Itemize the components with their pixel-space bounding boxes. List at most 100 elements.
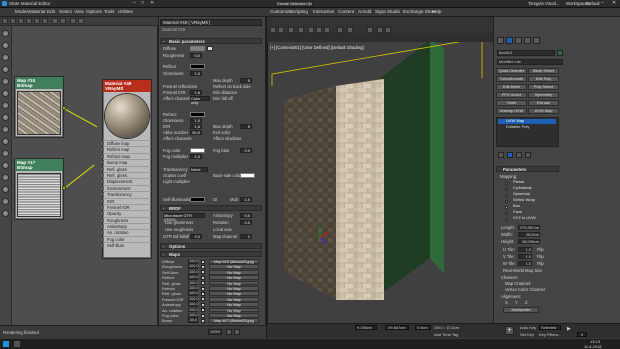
palette-sphere-icon-13[interactable] [2,174,9,181]
set-key-icon[interactable]: + [505,326,514,335]
taskbar-app-icon[interactable] [14,341,20,347]
stack-item-editable-poly[interactable]: Editable Poly [498,125,556,130]
menu-options[interactable]: Options [86,9,102,14]
reflect-backside-checkbox[interactable]: Reflect on back side [213,84,251,89]
assign-material-icon[interactable] [18,18,24,24]
rotation-value[interactable]: 0,0 [240,220,252,225]
map-amount[interactable]: 100,0 [188,264,199,270]
maximize-icon[interactable]: □ [141,1,147,6]
selected-dropdown[interactable]: Selected [539,325,561,330]
modifier-uvw-map-button[interactable]: UVW Map [528,108,559,114]
map-enable-checkbox[interactable] [201,281,205,286]
palette-sphere-icon-16[interactable] [2,210,9,217]
reflect-swatch[interactable] [190,64,205,69]
palette-sphere-icon-12[interactable] [2,162,9,169]
map-amount[interactable]: 100,0 [188,280,199,286]
gtr-tail-value[interactable]: 2,0 [190,234,202,239]
material-node-49[interactable]: Material #49 VRayMtl Diffuse map Reflect… [101,79,152,259]
use-glossiness-radio[interactable]: Use glossiness [165,220,193,225]
menu-material[interactable]: Material [29,9,45,14]
camera-viewport[interactable] [267,17,494,324]
exit-color-checkbox[interactable]: Exit color [213,130,230,135]
length-input[interactable]: 275,987cm [518,225,540,230]
map-enable-checkbox[interactable] [201,291,205,296]
menu-view[interactable]: View [74,9,84,14]
refract-max-depth-value[interactable]: 5 [240,124,252,129]
manipulate-button[interactable]: Manipulate [503,307,539,313]
zoom-dropdown[interactable]: 100% [208,329,222,335]
map-enable-checkbox[interactable] [201,286,205,291]
modifier-edit-poly-button[interactable]: Edit Poly [528,76,559,82]
select-tool-icon[interactable] [2,18,8,24]
back-side-swatch[interactable] [240,173,255,178]
bitmap-node-map15[interactable]: Map #15 Bitmap [14,76,64,138]
palette-sphere-icon-7[interactable] [2,102,9,109]
material-map-browser-icon[interactable] [70,18,76,24]
map-slot-button[interactable]: No Map [209,302,259,307]
v-flip-checkbox[interactable]: Flip [537,254,544,259]
menu-interactive[interactable]: Interactive [313,9,334,14]
map-enable-checkbox[interactable] [201,270,205,275]
modifier-turbosmooth-button[interactable]: TurboSmooth [496,76,527,82]
refract-swatch[interactable] [190,112,205,117]
map-enable-checkbox[interactable] [201,318,205,323]
palette-sphere-icon-10[interactable] [2,138,9,145]
palette-sphere-icon-4[interactable] [2,66,9,73]
map-amount[interactable]: 100,0 [188,269,199,275]
delete-icon[interactable] [26,18,32,24]
menu-arnold[interactable]: Arnold [358,9,371,14]
make-unique-icon[interactable] [516,152,522,158]
fresnel-checkbox[interactable]: Fresnel reflections [163,84,197,89]
glossiness-value[interactable]: 1,0 [190,71,202,76]
fog-multiplier-value[interactable]: 1,0 [190,154,202,159]
pick-material-icon[interactable] [10,18,16,24]
modifier-ffd-button[interactable]: FFD 4x4x4 [496,92,527,98]
palette-sphere-icon-15[interactable] [2,198,9,205]
menu-utilities[interactable]: Utilities [118,9,133,14]
viewport-label[interactable]: [+] [Camera001] [User Defined] [Default … [270,45,364,50]
align-x-radio[interactable]: X [505,300,508,305]
w-tile-input[interactable]: 1,0 [518,261,532,266]
show-map-icon[interactable] [42,18,48,24]
map-amount[interactable]: 100,0 [188,307,199,313]
minimize-icon[interactable]: – [133,1,139,6]
fog-bias-value[interactable]: 0,0 [240,148,252,153]
close-icon[interactable]: ✕ [150,1,156,6]
user-account[interactable]: Tiesgvin Vinod... [528,1,560,6]
modifier-unwrap-uvw-button[interactable]: Unwrap UVW [496,108,527,114]
gi-checkbox[interactable]: GI [213,197,217,202]
map-amount[interactable]: 100,0 [188,259,199,264]
modify-tab-icon[interactable] [506,37,513,44]
z-coordinate[interactable]: 0,0cm [415,325,431,330]
map-channel-value[interactable]: 1 [240,234,252,239]
menu-customize[interactable]: Customize [270,9,292,14]
v-tile-input[interactable]: 1,0 [518,254,532,259]
brdf-type-dropdown[interactable]: Microfacet GTR (GGX) [163,213,205,222]
ior-value[interactable]: 1,6 [190,124,202,129]
anisotropy-value[interactable]: 0,0 [240,213,252,218]
modifier-shell-button[interactable]: Shell [496,100,527,106]
modifier-mesh-select-button[interactable]: Mesh Select [528,68,559,74]
menu-content[interactable]: Content [338,9,354,14]
w-flip-checkbox[interactable]: Flip [537,261,544,266]
key-filters-button[interactable]: Key Filters... [539,332,561,337]
roughness-value[interactable]: 0,0 [190,53,202,58]
affect-channels-dropdown[interactable]: Color only [190,96,210,105]
menu-tools[interactable]: Tools [104,9,115,14]
pin-stack-icon[interactable] [498,152,504,158]
map-enable-checkbox[interactable] [201,308,205,313]
diffuse-swatch[interactable] [190,46,205,51]
use-roughness-radio[interactable]: Use roughness [165,227,193,232]
auto-key-button[interactable]: Auto Key [520,325,536,330]
zoom-extents-icon[interactable] [226,329,232,335]
palette-sphere-icon-11[interactable] [2,150,9,157]
section-brdf[interactable]: BRDF [160,205,262,211]
modifier-edit-mesh-button[interactable]: Edit Mesh [496,84,527,90]
object-color-swatch[interactable] [557,50,563,56]
layout-children-icon[interactable] [60,18,66,24]
menu-exchange-store[interactable]: Exchange Store [403,9,436,14]
map-enable-checkbox[interactable] [201,264,205,269]
abbe-value[interactable]: 50,0 [190,130,202,135]
remove-modifier-icon[interactable] [525,152,531,158]
section-basic-parameters[interactable]: Basic parameters [160,38,262,44]
